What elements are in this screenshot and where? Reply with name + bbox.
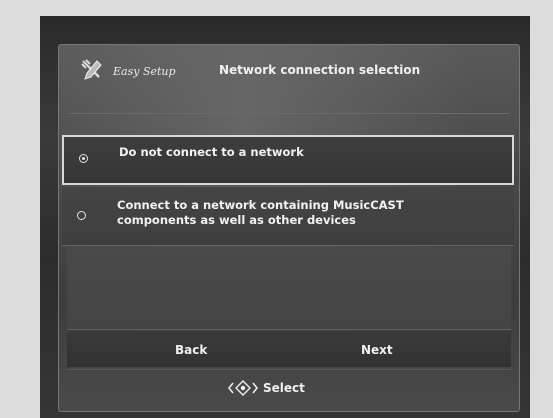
option-label: Connect to a network containing MusicCAS… [117,198,404,227]
app-title: Easy Setup [113,65,176,78]
select-label: Select [263,381,305,395]
header-divider [69,113,509,114]
nav-row: Back Next [67,331,511,367]
wrench-screwdriver-icon [81,59,102,80]
dpad-icon [227,380,259,396]
option-connect-network[interactable]: Connect to a network containing MusicCAS… [62,187,514,246]
tv-screen: Easy Setup Network connection selection … [40,16,530,418]
radio-button-selected[interactable] [79,154,88,163]
option-label: Do not connect to a network [119,145,304,159]
footer-hint-content: Select [227,380,305,396]
page-title: Network connection selection [219,63,421,77]
setup-dialog: Easy Setup Network connection selection … [58,44,520,412]
option-do-not-connect[interactable]: Do not connect to a network [62,135,514,185]
footer-hint: Select [67,369,511,410]
radio-dot [81,156,85,160]
back-button[interactable]: Back [175,343,207,357]
next-button[interactable]: Next [361,343,393,357]
empty-list-area [67,247,511,330]
radio-button[interactable] [77,211,86,220]
dialog-header: Easy Setup Network connection selection [59,45,519,97]
